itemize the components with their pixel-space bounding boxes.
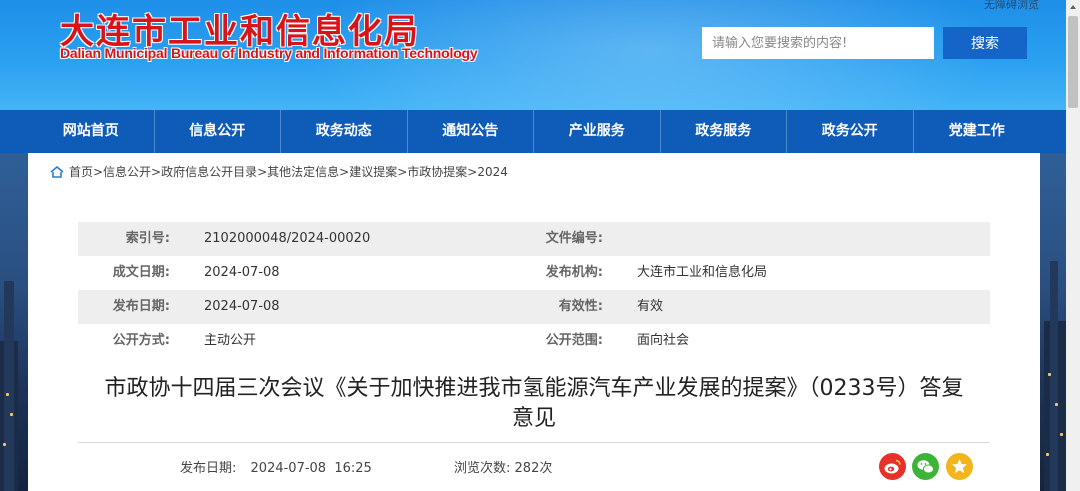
nav-item-info-disclosure[interactable]: 信息公开 [155, 110, 281, 153]
search-input[interactable] [702, 27, 934, 59]
view-count-value: 282次 [514, 461, 553, 476]
document-number-value [603, 222, 637, 256]
site-header: 大连市工业和信息化局 Dalian Municipal Bureau of In… [0, 0, 1066, 110]
publish-date-label: 发布日期: [112, 299, 170, 314]
weibo-icon[interactable] [879, 453, 906, 480]
created-date-value: 2024-07-08 [204, 265, 280, 280]
validity-label: 有效性: [558, 299, 603, 314]
created-date-label: 成文日期: [112, 265, 170, 280]
article-title-line2: 意见 [511, 406, 556, 431]
meta-row: 成文日期: 2024-07-08 发布机构: 大连市工业和信息化局 [78, 256, 990, 290]
breadcrumb-path[interactable]: 首页>信息公开>政府信息公开目录>其他法定信息>建议提案>市政协提案>2024 [69, 163, 508, 180]
publish-date-value: 2024-07-08 [204, 299, 280, 314]
article-view-count: 浏览次数: 282次 [454, 457, 552, 476]
article-title-line1: 市政协十四届三次会议《关于加快推进我市氢能源汽车产业发展的提案》（0233号）答… [104, 376, 964, 401]
breadcrumb: 首页>信息公开>政府信息公开目录>其他法定信息>建议提案>市政协提案>2024 [50, 163, 508, 180]
title-divider [78, 442, 990, 443]
article-publish-datetime: 2024-07-08 16:25 [250, 461, 372, 476]
content-panel: 首页>信息公开>政府信息公开目录>其他法定信息>建议提案>市政协提案>2024 … [28, 153, 1040, 491]
meta-row: 发布日期: 2024-07-08 有效性: 有效 [78, 290, 990, 324]
nav-item-industry-services[interactable]: 产业服务 [534, 110, 661, 153]
view-count-label: 浏览次数: [454, 461, 511, 476]
search-button[interactable]: 搜索 [943, 27, 1027, 59]
article-publish-label: 发布日期: [180, 461, 237, 476]
disclosure-scope-label: 公开范围: [545, 333, 603, 348]
index-number-value: 2102000048/2024-00020 [204, 231, 371, 246]
document-metadata-table: 索引号: 2102000048/2024-00020 文件编号: 成文日期: 2… [78, 222, 990, 358]
scrollbar-thumb[interactable] [1068, 16, 1078, 108]
disclosure-method-value: 主动公开 [204, 333, 257, 348]
accessibility-link[interactable]: 无障碍浏览 [984, 0, 1039, 12]
index-number-label: 索引号: [125, 231, 170, 246]
meta-row: 公开方式: 主动公开 公开范围: 面向社会 [78, 324, 990, 358]
meta-row: 索引号: 2102000048/2024-00020 文件编号: [78, 222, 990, 256]
disclosure-scope-value: 面向社会 [637, 333, 690, 348]
publisher-label: 发布机构: [545, 265, 603, 280]
nav-item-home[interactable]: 网站首页 [28, 110, 155, 153]
nav-item-government-services[interactable]: 政务服务 [661, 110, 787, 153]
disclosure-method-label: 公开方式: [112, 333, 170, 348]
home-icon[interactable] [50, 165, 64, 178]
nav-item-notices[interactable]: 通知公告 [408, 110, 534, 153]
nav-item-party-building[interactable]: 党建工作 [914, 110, 1041, 153]
scroll-up-arrow-icon[interactable] [1066, 0, 1080, 14]
main-nav: 网站首页 信息公开 政务动态 通知公告 产业服务 政务服务 政务公开 党建工作 [0, 110, 1066, 153]
favorite-icon[interactable] [946, 453, 973, 480]
validity-value: 有效 [637, 299, 664, 314]
nav-item-government-affairs[interactable]: 政务公开 [787, 110, 914, 153]
document-number-label: 文件编号: [545, 231, 603, 246]
publisher-value: 大连市工业和信息化局 [637, 265, 768, 280]
article-title: 市政协十四届三次会议《关于加快推进我市氢能源汽车产业发展的提案》（0233号）答… [78, 374, 990, 434]
wechat-icon[interactable] [912, 453, 939, 480]
article-publish-info: 发布日期: 2024-07-08 16:25 [180, 457, 372, 476]
site-logo-english[interactable]: Dalian Municipal Bureau of Industry and … [60, 45, 478, 61]
nav-item-government-news[interactable]: 政务动态 [281, 110, 408, 153]
